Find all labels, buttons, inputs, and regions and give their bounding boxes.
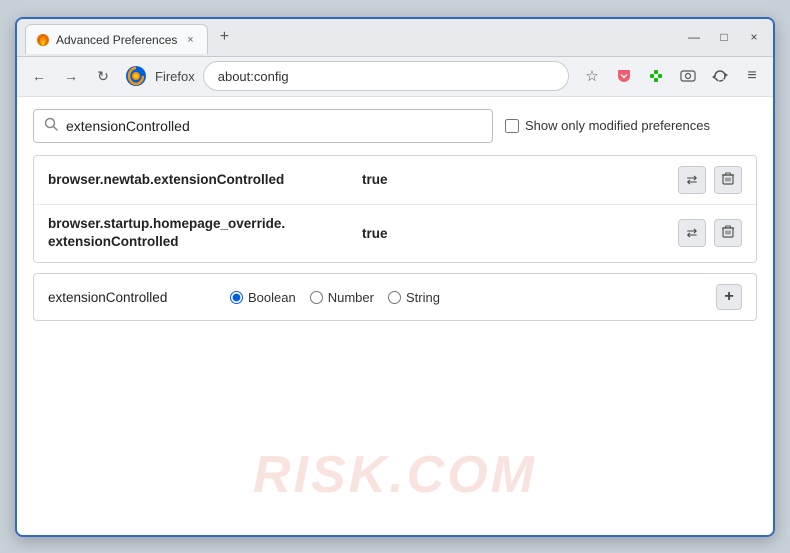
- preference-name: browser.newtab.extensionControlled: [48, 172, 348, 187]
- show-modified-label: Show only modified preferences: [525, 118, 710, 133]
- add-preference-row: extensionControlled Boolean Number Strin…: [33, 273, 757, 321]
- sync-svg-icon: [712, 68, 728, 84]
- type-string-label[interactable]: String: [388, 290, 440, 305]
- minimize-button[interactable]: —: [683, 26, 705, 48]
- preference-actions: ⇄: [678, 219, 742, 247]
- delete-icon: [722, 225, 734, 241]
- preference-actions: ⇄: [678, 166, 742, 194]
- reset-button[interactable]: ⇄: [678, 166, 706, 194]
- type-number-label[interactable]: Number: [310, 290, 374, 305]
- preference-value: true: [362, 226, 388, 241]
- window-controls: — □ ×: [683, 26, 765, 48]
- preference-value: true: [362, 172, 388, 187]
- title-bar: Advanced Preferences × + — □ ×: [17, 19, 773, 57]
- tab-title: Advanced Preferences: [56, 33, 177, 47]
- extension-svg-icon: [648, 68, 664, 84]
- preference-search-container[interactable]: [33, 109, 493, 143]
- preferences-table: browser.newtab.extensionControlled true …: [33, 155, 757, 264]
- type-number-radio[interactable]: [310, 291, 323, 304]
- screenshot-svg-icon: [680, 68, 696, 84]
- pocket-svg-icon: [616, 68, 632, 84]
- pocket-icon[interactable]: [611, 63, 637, 89]
- extension-icon[interactable]: [643, 63, 669, 89]
- reset-icon: ⇄: [687, 225, 698, 241]
- preference-name: browser.startup.homepage_override. exten…: [48, 215, 348, 253]
- content-area: RISK.COM Show only modified preferences: [17, 97, 773, 535]
- type-boolean-radio[interactable]: [230, 291, 243, 304]
- table-row: browser.startup.homepage_override. exten…: [34, 205, 756, 263]
- navigation-bar: ← → ↻ Firefox about:config ☆: [17, 57, 773, 97]
- back-button[interactable]: ←: [25, 62, 53, 90]
- browser-window: Advanced Preferences × + — □ × ← → ↻ Fir…: [15, 17, 775, 537]
- delete-button[interactable]: [714, 219, 742, 247]
- maximize-button[interactable]: □: [713, 26, 735, 48]
- type-number-text: Number: [328, 290, 374, 305]
- new-tab-button[interactable]: +: [212, 25, 236, 49]
- type-string-radio[interactable]: [388, 291, 401, 304]
- search-row: Show only modified preferences: [33, 109, 757, 143]
- add-preference-button[interactable]: +: [716, 284, 742, 310]
- type-boolean-text: Boolean: [248, 290, 296, 305]
- tab-favicon-icon: [36, 33, 50, 47]
- firefox-brand-label: Firefox: [155, 69, 195, 84]
- tab-close-button[interactable]: ×: [183, 33, 197, 47]
- show-modified-checkbox[interactable]: [505, 119, 519, 133]
- sync-icon[interactable]: [707, 63, 733, 89]
- show-modified-container: Show only modified preferences: [505, 118, 710, 133]
- watermark: RISK.COM: [253, 445, 537, 505]
- forward-button[interactable]: →: [57, 62, 85, 90]
- type-boolean-label[interactable]: Boolean: [230, 290, 296, 305]
- reset-icon: ⇄: [687, 172, 698, 188]
- new-preference-name: extensionControlled: [48, 290, 218, 305]
- close-button[interactable]: ×: [743, 26, 765, 48]
- search-icon: [44, 117, 58, 134]
- type-string-text: String: [406, 290, 440, 305]
- type-radio-group: Boolean Number String: [230, 290, 440, 305]
- menu-button[interactable]: ≡: [739, 63, 765, 89]
- table-row: browser.newtab.extensionControlled true …: [34, 156, 756, 205]
- toolbar-icons: ☆: [579, 63, 765, 89]
- firefox-logo-icon: [125, 65, 147, 87]
- delete-icon: [722, 172, 734, 188]
- url-text: about:config: [218, 69, 289, 84]
- screenshot-icon[interactable]: [675, 63, 701, 89]
- active-tab[interactable]: Advanced Preferences ×: [25, 24, 208, 54]
- bookmark-icon[interactable]: ☆: [579, 63, 605, 89]
- search-input[interactable]: [66, 118, 482, 134]
- reset-button[interactable]: ⇄: [678, 219, 706, 247]
- reload-button[interactable]: ↻: [89, 62, 117, 90]
- address-bar[interactable]: about:config: [203, 61, 569, 91]
- delete-button[interactable]: [714, 166, 742, 194]
